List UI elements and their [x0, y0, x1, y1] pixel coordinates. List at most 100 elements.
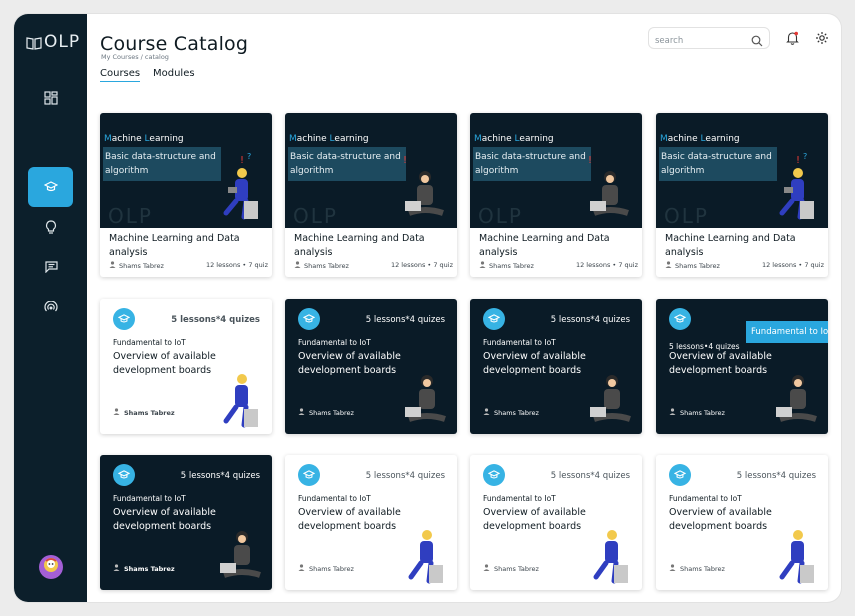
user-icon: [483, 408, 490, 417]
logo-text: OLP: [44, 32, 81, 52]
grid-icon: [44, 90, 58, 109]
student-illustration-icon: !?: [223, 152, 258, 220]
user-avatar[interactable]: [39, 555, 63, 579]
course-card[interactable]: Machine Learning Basic data-structure an…: [100, 113, 272, 277]
module-topic: Fundamental to IoT: [483, 338, 556, 347]
app-logo[interactable]: OLP: [26, 32, 80, 52]
user-icon: [298, 564, 305, 573]
module-card[interactable]: 5 lessons*4 quizes Fundamental to IoT Ov…: [285, 299, 457, 434]
course-card[interactable]: Machine Learning Basic data-structure an…: [470, 113, 642, 277]
lightbulb-icon: [45, 219, 57, 238]
graduation-cap-icon: [298, 464, 320, 486]
module-counts: 5 lessons*4 quizes: [180, 471, 260, 481]
module-card[interactable]: 5 lessons*4 quizes Fundamental to IoT Ov…: [470, 299, 642, 434]
user-icon: [298, 408, 305, 417]
banner-subtitle: Basic data-structure and algorithm: [288, 147, 406, 181]
student-laptop-illustration-icon: [590, 375, 631, 422]
module-counts: 5 lessons*4 quizes: [550, 315, 630, 325]
watermark-logo: OLP: [108, 204, 153, 228]
student-illustration-icon: [779, 530, 814, 584]
module-topic: Fundamental to IoT: [113, 494, 186, 503]
module-topic: Fundamental to IoT: [483, 494, 556, 503]
course-banner: Machine Learning Basic data-structure an…: [100, 113, 272, 228]
module-author: Shams Tabrez: [298, 564, 354, 573]
user-icon: [479, 261, 486, 270]
tab-courses[interactable]: Courses: [100, 68, 141, 82]
course-stats: 12 lessons • 7 quiz: [575, 261, 638, 269]
user-icon: [669, 564, 676, 573]
course-stats: 12 lessons • 7 quiz: [761, 261, 824, 269]
search-box: [648, 27, 770, 51]
topic-hover-overlay: Fundamental to IoT: [746, 321, 828, 343]
course-banner: Machine Learning Basic data-structure an…: [285, 113, 457, 228]
user-icon: [669, 408, 676, 417]
svg-text:?: ?: [247, 152, 251, 161]
course-stats: 12 lessons • 7 quiz: [390, 261, 453, 269]
sidebar-item-ideas[interactable]: [40, 217, 62, 239]
module-counts: 5 lessons*4 quizes: [171, 315, 260, 325]
sidebar-item-messages[interactable]: [40, 256, 62, 278]
notification-bell-icon[interactable]: [786, 30, 799, 49]
graduation-cap-icon: [669, 308, 691, 330]
sidebar-item-dashboard[interactable]: [40, 88, 62, 110]
course-banner: Machine Learning Basic data-structure an…: [656, 113, 828, 228]
course-card[interactable]: Machine Learning Basic data-structure an…: [656, 113, 828, 277]
module-topic: Fundamental to IoT: [113, 338, 186, 347]
module-topic: Fundamental to IoT: [669, 494, 742, 503]
svg-text:!: !: [403, 155, 407, 166]
student-illustration-icon: !?: [779, 152, 814, 220]
banner-title: Machine Learning: [660, 134, 740, 144]
course-banner: Machine Learning Basic data-structure an…: [470, 113, 642, 228]
course-stats: 12 lessons • 7 quiz: [205, 261, 268, 269]
user-icon: [113, 564, 120, 573]
module-card[interactable]: 5 lessons*4 quizes Fundamental to IoT Ov…: [100, 455, 272, 590]
module-card[interactable]: Fundamental to IoT 5 lessons•4 quizes Ov…: [656, 299, 828, 434]
module-card[interactable]: 5 lessons*4 quizes Fundamental to IoT Ov…: [470, 455, 642, 590]
graduation-cap-icon: [483, 464, 505, 486]
module-counts: 5 lessons*4 quizes: [365, 315, 445, 325]
user-icon: [483, 564, 490, 573]
watermark-logo: OLP: [293, 204, 338, 228]
svg-text:!: !: [240, 155, 244, 166]
banner-subtitle: Basic data-structure and algorithm: [103, 147, 221, 181]
module-topic: Fundamental to IoT: [298, 494, 371, 503]
course-card[interactable]: Machine Learning Basic data-structure an…: [285, 113, 457, 277]
banner-title: Machine Learning: [289, 134, 369, 144]
course-title: Machine Learning and Data analysis: [109, 233, 240, 258]
graduation-cap-icon: [669, 464, 691, 486]
user-avatar-icon: [43, 557, 59, 577]
app-window: OLP Course Catalog My Courses / catalog …: [14, 14, 841, 602]
breadcrumb[interactable]: My Courses / catalog: [101, 53, 169, 61]
module-author: Shams Tabrez: [483, 408, 539, 417]
svg-text:?: ?: [803, 152, 807, 161]
banner-title: Machine Learning: [474, 134, 554, 144]
module-author: Shams Tabrez: [113, 408, 175, 417]
module-card[interactable]: 5 lessons*4 quizes Fundamental to IoT Ov…: [100, 299, 272, 434]
tab-modules[interactable]: Modules: [153, 68, 195, 79]
module-card[interactable]: 5 lessons*4 quizes Fundamental to IoT Ov…: [285, 455, 457, 590]
module-counts: 5 lessons*4 quizes: [736, 471, 816, 481]
graduation-cap-icon: [113, 464, 135, 486]
course-title: Machine Learning and Data analysis: [479, 233, 610, 258]
search-icon[interactable]: [751, 32, 763, 51]
module-counts: 5 lessons*4 quizes: [365, 471, 445, 481]
watermark-logo: OLP: [664, 204, 709, 228]
course-author: Shams Tabrez: [294, 261, 349, 270]
student-laptop-illustration-icon: !: [403, 155, 444, 216]
module-topic: Fundamental to IoT: [298, 338, 371, 347]
watermark-logo: OLP: [478, 204, 523, 228]
settings-gear-icon[interactable]: [815, 30, 829, 49]
page-title: Course Catalog: [100, 33, 249, 55]
graduation-cap-icon: [483, 308, 505, 330]
student-laptop-illustration-icon: !: [588, 155, 629, 216]
svg-text:!: !: [588, 155, 592, 166]
search-input[interactable]: [655, 31, 747, 51]
sidebar-item-live[interactable]: [40, 296, 62, 318]
sidebar-item-courses[interactable]: [28, 167, 73, 207]
course-title: Machine Learning and Data analysis: [294, 233, 425, 258]
module-card[interactable]: 5 lessons*4 quizes Fundamental to IoT Ov…: [656, 455, 828, 590]
banner-title: Machine Learning: [104, 134, 184, 144]
course-author: Shams Tabrez: [665, 261, 720, 270]
student-illustration-icon: [408, 530, 443, 584]
user-icon: [109, 261, 116, 270]
